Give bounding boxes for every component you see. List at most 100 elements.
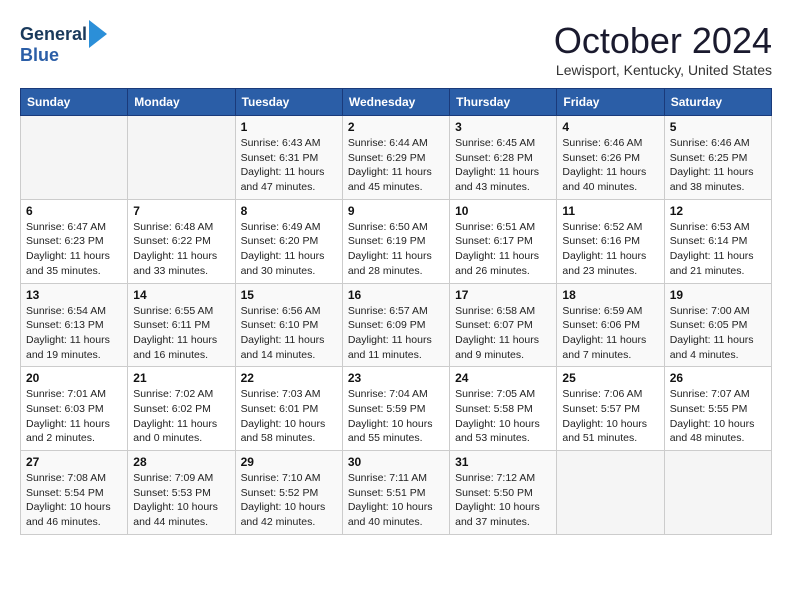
- day-cell: 4 Sunrise: 6:46 AM Sunset: 6:26 PM Daylig…: [557, 116, 664, 200]
- day-info: Sunrise: 6:53 AM Sunset: 6:14 PM Dayligh…: [670, 220, 766, 279]
- day-number: 9: [348, 204, 444, 218]
- day-info: Sunrise: 6:59 AM Sunset: 6:06 PM Dayligh…: [562, 304, 658, 363]
- day-info: Sunrise: 6:44 AM Sunset: 6:29 PM Dayligh…: [348, 136, 444, 195]
- header-sunday: Sunday: [21, 89, 128, 116]
- day-cell: 11 Sunrise: 6:52 AM Sunset: 6:16 PM Dayli…: [557, 199, 664, 283]
- day-number: 24: [455, 371, 551, 385]
- day-number: 7: [133, 204, 229, 218]
- header-row: SundayMondayTuesdayWednesdayThursdayFrid…: [21, 89, 772, 116]
- day-info: Sunrise: 6:50 AM Sunset: 6:19 PM Dayligh…: [348, 220, 444, 279]
- day-cell: [557, 451, 664, 535]
- day-cell: 28 Sunrise: 7:09 AM Sunset: 5:53 PM Dayli…: [128, 451, 235, 535]
- day-number: 5: [670, 120, 766, 134]
- day-info: Sunrise: 7:08 AM Sunset: 5:54 PM Dayligh…: [26, 471, 122, 530]
- day-info: Sunrise: 7:11 AM Sunset: 5:51 PM Dayligh…: [348, 471, 444, 530]
- day-info: Sunrise: 7:04 AM Sunset: 5:59 PM Dayligh…: [348, 387, 444, 446]
- day-info: Sunrise: 7:09 AM Sunset: 5:53 PM Dayligh…: [133, 471, 229, 530]
- day-number: 20: [26, 371, 122, 385]
- day-info: Sunrise: 6:57 AM Sunset: 6:09 PM Dayligh…: [348, 304, 444, 363]
- day-info: Sunrise: 6:54 AM Sunset: 6:13 PM Dayligh…: [26, 304, 122, 363]
- day-number: 22: [241, 371, 337, 385]
- day-number: 28: [133, 455, 229, 469]
- day-info: Sunrise: 6:46 AM Sunset: 6:25 PM Dayligh…: [670, 136, 766, 195]
- day-number: 19: [670, 288, 766, 302]
- day-info: Sunrise: 7:02 AM Sunset: 6:02 PM Dayligh…: [133, 387, 229, 446]
- day-cell: 17 Sunrise: 6:58 AM Sunset: 6:07 PM Dayli…: [450, 283, 557, 367]
- day-number: 18: [562, 288, 658, 302]
- day-cell: 2 Sunrise: 6:44 AM Sunset: 6:29 PM Daylig…: [342, 116, 449, 200]
- day-info: Sunrise: 6:47 AM Sunset: 6:23 PM Dayligh…: [26, 220, 122, 279]
- day-info: Sunrise: 7:06 AM Sunset: 5:57 PM Dayligh…: [562, 387, 658, 446]
- day-cell: 1 Sunrise: 6:43 AM Sunset: 6:31 PM Daylig…: [235, 116, 342, 200]
- day-info: Sunrise: 6:58 AM Sunset: 6:07 PM Dayligh…: [455, 304, 551, 363]
- day-info: Sunrise: 6:56 AM Sunset: 6:10 PM Dayligh…: [241, 304, 337, 363]
- day-number: 11: [562, 204, 658, 218]
- day-cell: 7Sunrise: 6:48 AM Sunset: 6:22 PM Daylig…: [128, 199, 235, 283]
- day-info: Sunrise: 7:00 AM Sunset: 6:05 PM Dayligh…: [670, 304, 766, 363]
- day-info: Sunrise: 6:46 AM Sunset: 6:26 PM Dayligh…: [562, 136, 658, 195]
- week-row-2: 6Sunrise: 6:47 AM Sunset: 6:23 PM Daylig…: [21, 199, 772, 283]
- day-number: 2: [348, 120, 444, 134]
- day-cell: 6Sunrise: 6:47 AM Sunset: 6:23 PM Daylig…: [21, 199, 128, 283]
- day-number: 17: [455, 288, 551, 302]
- header-thursday: Thursday: [450, 89, 557, 116]
- day-number: 23: [348, 371, 444, 385]
- day-info: Sunrise: 6:43 AM Sunset: 6:31 PM Dayligh…: [241, 136, 337, 195]
- header-friday: Friday: [557, 89, 664, 116]
- day-number: 4: [562, 120, 658, 134]
- day-info: Sunrise: 6:45 AM Sunset: 6:28 PM Dayligh…: [455, 136, 551, 195]
- day-info: Sunrise: 7:12 AM Sunset: 5:50 PM Dayligh…: [455, 471, 551, 530]
- month-title: October 2024: [554, 20, 772, 62]
- day-cell: 19 Sunrise: 7:00 AM Sunset: 6:05 PM Dayli…: [664, 283, 771, 367]
- day-cell: [128, 116, 235, 200]
- day-cell: 3 Sunrise: 6:45 AM Sunset: 6:28 PM Daylig…: [450, 116, 557, 200]
- calendar-table: SundayMondayTuesdayWednesdayThursdayFrid…: [20, 88, 772, 535]
- header-tuesday: Tuesday: [235, 89, 342, 116]
- day-cell: 30 Sunrise: 7:11 AM Sunset: 5:51 PM Dayli…: [342, 451, 449, 535]
- day-cell: 9 Sunrise: 6:50 AM Sunset: 6:19 PM Daylig…: [342, 199, 449, 283]
- day-number: 13: [26, 288, 122, 302]
- day-number: 26: [670, 371, 766, 385]
- day-number: 27: [26, 455, 122, 469]
- day-cell: 14Sunrise: 6:55 AM Sunset: 6:11 PM Dayli…: [128, 283, 235, 367]
- day-number: 21: [133, 371, 229, 385]
- day-cell: [21, 116, 128, 200]
- day-cell: 13 Sunrise: 6:54 AM Sunset: 6:13 PM Dayli…: [21, 283, 128, 367]
- day-cell: 16Sunrise: 6:57 AM Sunset: 6:09 PM Dayli…: [342, 283, 449, 367]
- day-cell: 10Sunrise: 6:51 AM Sunset: 6:17 PM Dayli…: [450, 199, 557, 283]
- page-header: General Blue October 2024 Lewisport, Ken…: [20, 20, 772, 78]
- day-cell: 24 Sunrise: 7:05 AM Sunset: 5:58 PM Dayli…: [450, 367, 557, 451]
- day-number: 14: [133, 288, 229, 302]
- day-number: 29: [241, 455, 337, 469]
- day-cell: 8Sunrise: 6:49 AM Sunset: 6:20 PM Daylig…: [235, 199, 342, 283]
- day-number: 30: [348, 455, 444, 469]
- day-info: Sunrise: 6:51 AM Sunset: 6:17 PM Dayligh…: [455, 220, 551, 279]
- day-number: 31: [455, 455, 551, 469]
- day-info: Sunrise: 7:07 AM Sunset: 5:55 PM Dayligh…: [670, 387, 766, 446]
- logo-arrow-icon: [89, 20, 107, 48]
- header-wednesday: Wednesday: [342, 89, 449, 116]
- day-number: 12: [670, 204, 766, 218]
- day-cell: 29 Sunrise: 7:10 AM Sunset: 5:52 PM Dayli…: [235, 451, 342, 535]
- day-cell: 5 Sunrise: 6:46 AM Sunset: 6:25 PM Daylig…: [664, 116, 771, 200]
- day-info: Sunrise: 6:52 AM Sunset: 6:16 PM Dayligh…: [562, 220, 658, 279]
- day-number: 8: [241, 204, 337, 218]
- day-info: Sunrise: 7:10 AM Sunset: 5:52 PM Dayligh…: [241, 471, 337, 530]
- header-saturday: Saturday: [664, 89, 771, 116]
- location: Lewisport, Kentucky, United States: [554, 62, 772, 78]
- day-cell: [664, 451, 771, 535]
- day-cell: 26 Sunrise: 7:07 AM Sunset: 5:55 PM Dayli…: [664, 367, 771, 451]
- day-number: 25: [562, 371, 658, 385]
- day-cell: 23 Sunrise: 7:04 AM Sunset: 5:59 PM Dayli…: [342, 367, 449, 451]
- day-info: Sunrise: 7:03 AM Sunset: 6:01 PM Dayligh…: [241, 387, 337, 446]
- header-monday: Monday: [128, 89, 235, 116]
- logo: General Blue: [20, 20, 107, 66]
- day-info: Sunrise: 7:01 AM Sunset: 6:03 PM Dayligh…: [26, 387, 122, 446]
- day-info: Sunrise: 7:05 AM Sunset: 5:58 PM Dayligh…: [455, 387, 551, 446]
- day-cell: 25 Sunrise: 7:06 AM Sunset: 5:57 PM Dayli…: [557, 367, 664, 451]
- week-row-1: 1 Sunrise: 6:43 AM Sunset: 6:31 PM Daylig…: [21, 116, 772, 200]
- day-cell: 20 Sunrise: 7:01 AM Sunset: 6:03 PM Dayli…: [21, 367, 128, 451]
- day-number: 1: [241, 120, 337, 134]
- day-cell: 21 Sunrise: 7:02 AM Sunset: 6:02 PM Dayli…: [128, 367, 235, 451]
- day-number: 3: [455, 120, 551, 134]
